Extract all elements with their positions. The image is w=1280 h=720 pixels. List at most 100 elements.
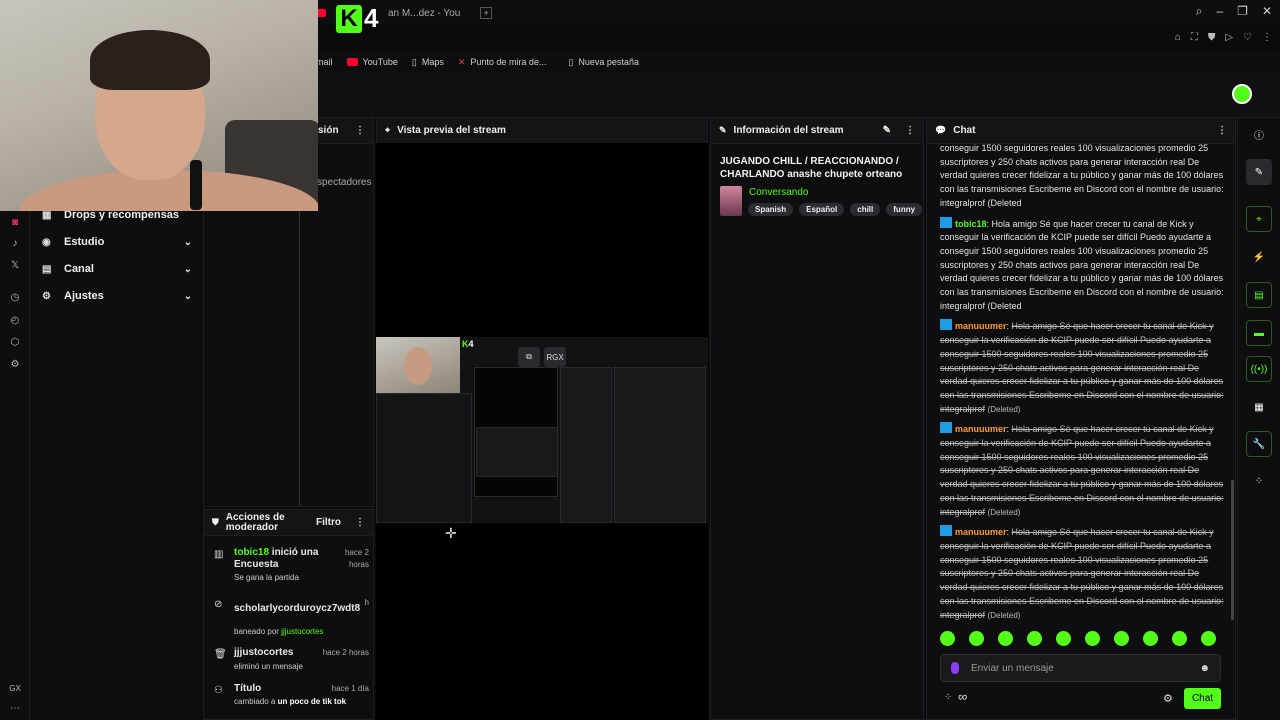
- tag[interactable]: chill: [850, 203, 881, 216]
- chat-settings-icon[interactable]: ⚙: [1163, 692, 1173, 705]
- layout-icon[interactable]: ▦: [1246, 394, 1272, 420]
- bookmark-label: YouTube: [362, 57, 398, 67]
- emote-icon[interactable]: [1201, 631, 1216, 646]
- more-icon[interactable]: ⋮: [905, 125, 915, 136]
- mod-user[interactable]: tobic18: [234, 547, 269, 558]
- settings-icon[interactable]: ⚙: [9, 359, 21, 371]
- mod-sub-text: baneado por: [234, 627, 282, 636]
- filter-button[interactable]: Filtro: [316, 517, 341, 528]
- search-icon[interactable]: ⌕: [1196, 4, 1203, 19]
- sidebar-item-label: Ajustes: [64, 290, 104, 302]
- bookmark-label: Nueva pestaña: [578, 57, 639, 67]
- wrench-icon[interactable]: 🔧: [1246, 431, 1272, 457]
- chat-username[interactable]: manuuumer: [955, 527, 1007, 537]
- bookmark-new-tab[interactable]: ▯ Nueva pestaña: [568, 57, 639, 68]
- emote-icon[interactable]: [1085, 631, 1100, 646]
- message-text: Hola amigo Sé que hacer crecer tu canal …: [940, 527, 1224, 620]
- emote-icon[interactable]: [969, 631, 984, 646]
- chat-username[interactable]: manuuumer: [955, 321, 1007, 331]
- user-avatar[interactable]: [1232, 84, 1252, 104]
- popout-button[interactable]: ⧉: [518, 347, 540, 367]
- mic-icon[interactable]: [951, 662, 959, 674]
- sidebar-item-canal[interactable]: ▤ Canal ⌄: [42, 263, 192, 275]
- emote-icon[interactable]: [1172, 631, 1187, 646]
- gx-label[interactable]: GX: [8, 683, 22, 695]
- mod-user[interactable]: jjjustocortes: [281, 627, 323, 636]
- chat-message: tobic18: Hola amigo Sé que hacer crecer …: [940, 216, 1224, 314]
- bookmark-maps[interactable]: ▯ Maps: [412, 57, 444, 68]
- tag[interactable]: funny: [886, 203, 923, 216]
- sidebar: ▦ Drops y recompensas ◉ Estudio ⌄ ▤ Cana…: [30, 209, 200, 720]
- emote-icon[interactable]: [1056, 631, 1071, 646]
- tiktok-icon[interactable]: ♪: [9, 238, 21, 250]
- sidebar-item-ajustes[interactable]: ⚙ Ajustes ⌄: [42, 290, 192, 302]
- edit-icon[interactable]: ✎: [883, 125, 891, 136]
- mod-action-row: 🗑 jjjustocortes hace 2 horas eliminó un …: [214, 647, 369, 677]
- emote-icon[interactable]: [1027, 631, 1042, 646]
- tag[interactable]: Español: [799, 203, 845, 216]
- bookmark-punto[interactable]: ✕ Punto de mira de...: [458, 57, 547, 68]
- lightning-icon[interactable]: ⚡: [1246, 244, 1272, 270]
- info-icon[interactable]: ⓘ: [1246, 121, 1272, 147]
- history-icon[interactable]: ◴: [9, 315, 21, 327]
- emoji-icon[interactable]: ☻: [1199, 663, 1210, 674]
- preview-sidebar: [376, 393, 472, 523]
- menu-icon[interactable]: ⋮: [1262, 32, 1272, 43]
- mod-action-title: tobic18 inició una Encuesta: [234, 547, 334, 571]
- wrench-icon: ✎: [719, 125, 727, 135]
- more-icon[interactable]: ⋮: [1217, 125, 1227, 136]
- close-button[interactable]: ✕: [1262, 4, 1272, 19]
- bookmark-mail[interactable]: mail: [316, 57, 333, 67]
- chat-username[interactable]: manuuumer: [955, 424, 1007, 434]
- badge-icon: [940, 319, 952, 331]
- play-circle-icon[interactable]: ◷: [9, 292, 21, 304]
- restore-button[interactable]: ❐: [1237, 4, 1248, 19]
- category-thumbnail[interactable]: [720, 186, 742, 216]
- stream-category[interactable]: Conversando: [749, 187, 808, 198]
- extensions-icon[interactable]: ⬡: [9, 337, 21, 349]
- broadcast-icon[interactable]: ((•)): [1246, 356, 1272, 382]
- infinity-label[interactable]: ∞: [958, 689, 967, 704]
- tab-title[interactable]: an M...dez - You: [388, 8, 460, 19]
- camera-icon[interactable]: ⌖: [1246, 206, 1272, 232]
- emote-icon[interactable]: [1143, 631, 1158, 646]
- emote-icon[interactable]: [1114, 631, 1129, 646]
- mod-action-title: Título: [234, 683, 262, 694]
- youtube-icon: [346, 58, 358, 66]
- document-icon[interactable]: ▤: [1246, 282, 1272, 308]
- stream-title: JUGANDO CHILL / REACCIONANDO / CHARLANDO…: [720, 156, 903, 180]
- microphone-shape: [190, 160, 202, 210]
- play-icon[interactable]: ▷: [1225, 32, 1233, 43]
- chat-scrollbar[interactable]: [1231, 480, 1234, 620]
- minimize-button[interactable]: –: [1216, 4, 1223, 19]
- chat-messages[interactable]: conseguir 1500 seguidores reales 100 vis…: [940, 142, 1224, 622]
- chat-input[interactable]: Enviar un mensaje ☻: [940, 654, 1221, 682]
- tag[interactable]: Spanish: [748, 203, 794, 216]
- pin-icon[interactable]: ⌂: [1175, 32, 1181, 43]
- edit-icon[interactable]: ✎: [1246, 159, 1272, 185]
- sidebar-item-estudio[interactable]: ◉ Estudio ⌄: [42, 236, 192, 248]
- x-icon[interactable]: 𝕏: [9, 260, 21, 272]
- window-controls: ⌕ – ❐ ✕: [1196, 4, 1272, 19]
- snapshot-icon[interactable]: ⛶: [1191, 32, 1198, 43]
- new-tab-button[interactable]: +: [480, 7, 493, 19]
- bookmark-youtube[interactable]: YouTube: [346, 57, 398, 67]
- sidebar-item-label: Canal: [64, 263, 94, 275]
- emote-icon[interactable]: [940, 631, 955, 646]
- heart-icon[interactable]: ♡: [1243, 32, 1252, 43]
- emote-icon[interactable]: [998, 631, 1013, 646]
- chat-username[interactable]: tobic18: [955, 219, 987, 229]
- preview-info: [560, 367, 612, 523]
- more-icon[interactable]: ⋮: [355, 517, 365, 528]
- chat-bubble-icon[interactable]: ▬: [1246, 320, 1272, 346]
- shield-icon[interactable]: ⛊: [1208, 32, 1216, 43]
- instagram-icon[interactable]: ◙: [9, 217, 21, 229]
- rgx-button[interactable]: RGX: [544, 347, 566, 367]
- more-icon[interactable]: ⋮: [355, 125, 365, 136]
- badge-icon: [940, 216, 952, 228]
- more-icon[interactable]: ⋯: [9, 703, 21, 715]
- send-chat-button[interactable]: Chat: [1184, 688, 1221, 709]
- chat-message: manuuumer: Hola amigo Sé que hacer crece…: [940, 525, 1224, 622]
- kick-dots-icon[interactable]: ⁘: [1246, 468, 1272, 494]
- kick-dots-icon[interactable]: ⁘: [944, 692, 952, 703]
